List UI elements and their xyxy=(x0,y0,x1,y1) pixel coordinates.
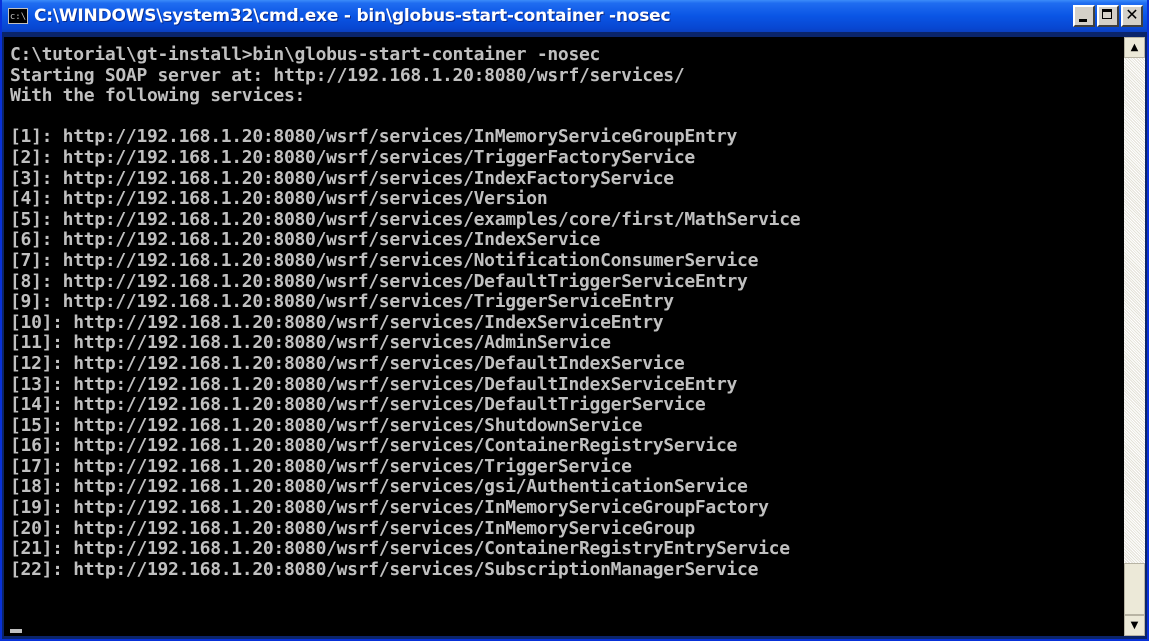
arrow-down-icon: ▼ xyxy=(1130,620,1139,631)
vertical-scrollbar[interactable]: ▲ ▼ xyxy=(1124,37,1145,636)
console-line: [20]: http://192.168.1.20:8080/wsrf/serv… xyxy=(10,517,695,539)
console-line: [1]: http://192.168.1.20:8080/wsrf/servi… xyxy=(10,126,738,148)
cmd-icon[interactable]: c:\ xyxy=(8,8,28,24)
console-line: [2]: http://192.168.1.20:8080/wsrf/servi… xyxy=(10,146,695,168)
console-line: [17]: http://192.168.1.20:8080/wsrf/serv… xyxy=(10,455,632,477)
console-line: [3]: http://192.168.1.20:8080/wsrf/servi… xyxy=(10,167,674,189)
console-line: Starting SOAP server at: http://192.168.… xyxy=(10,64,685,86)
console-text: C:\tutorial\gt-install>bin\globus-start-… xyxy=(4,37,1124,580)
window-controls: ✕ xyxy=(1073,5,1143,27)
cmd-window: c:\ C:\WINDOWS\system32\cmd.exe - bin\gl… xyxy=(0,0,1149,641)
console-line: [14]: http://192.168.1.20:8080/wsrf/serv… xyxy=(10,394,706,416)
console-line: With the following services: xyxy=(10,85,306,107)
console-output[interactable]: C:\tutorial\gt-install>bin\globus-start-… xyxy=(4,37,1124,636)
console-line: C:\tutorial\gt-install>bin\globus-start-… xyxy=(10,44,601,65)
maximize-button[interactable] xyxy=(1097,5,1119,27)
console-line: [16]: http://192.168.1.20:8080/wsrf/serv… xyxy=(10,435,738,457)
close-icon: ✕ xyxy=(1125,5,1139,24)
console-line: [21]: http://192.168.1.20:8080/wsrf/serv… xyxy=(10,538,790,560)
close-button[interactable]: ✕ xyxy=(1121,5,1143,27)
scroll-down-button[interactable]: ▼ xyxy=(1124,615,1145,636)
console-line: [13]: http://192.168.1.20:8080/wsrf/serv… xyxy=(10,373,738,395)
console-line: [7]: http://192.168.1.20:8080/wsrf/servi… xyxy=(10,249,759,271)
window-title: C:\WINDOWS\system32\cmd.exe - bin\globus… xyxy=(34,6,671,26)
arrow-up-icon: ▲ xyxy=(1130,42,1139,53)
console-line: [12]: http://192.168.1.20:8080/wsrf/serv… xyxy=(10,352,685,374)
console-line: [8]: http://192.168.1.20:8080/wsrf/servi… xyxy=(10,270,748,292)
console-line: [10]: http://192.168.1.20:8080/wsrf/serv… xyxy=(10,311,664,333)
console-line: [4]: http://192.168.1.20:8080/wsrf/servi… xyxy=(10,188,548,210)
console-line: [5]: http://192.168.1.20:8080/wsrf/servi… xyxy=(10,208,801,230)
console-line: [9]: http://192.168.1.20:8080/wsrf/servi… xyxy=(10,291,674,313)
scroll-up-button[interactable]: ▲ xyxy=(1124,37,1145,58)
minimize-button[interactable] xyxy=(1073,5,1095,27)
console-line: [15]: http://192.168.1.20:8080/wsrf/serv… xyxy=(10,414,643,436)
scrollbar-thumb[interactable] xyxy=(1124,563,1145,615)
console-line: [11]: http://192.168.1.20:8080/wsrf/serv… xyxy=(10,332,611,354)
title-bar[interactable]: c:\ C:\WINDOWS\system32\cmd.exe - bin\gl… xyxy=(2,0,1147,32)
console-line: [18]: http://192.168.1.20:8080/wsrf/serv… xyxy=(10,476,748,498)
text-cursor xyxy=(10,629,22,633)
console-line: [22]: http://192.168.1.20:8080/wsrf/serv… xyxy=(10,558,759,580)
console-line: [6]: http://192.168.1.20:8080/wsrf/servi… xyxy=(10,229,601,251)
console-line: [19]: http://192.168.1.20:8080/wsrf/serv… xyxy=(10,497,769,519)
